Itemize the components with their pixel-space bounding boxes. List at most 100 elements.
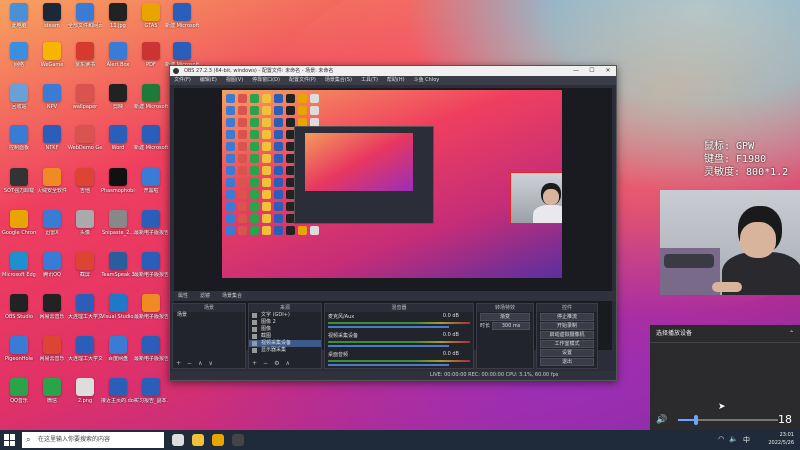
file-explorer-icon[interactable]: [192, 434, 204, 446]
obs-window[interactable]: OBS 27.2.3 (64-bit, windows) - 配置文件: 未命名…: [169, 65, 617, 381]
volume-slider-row[interactable]: 🔊 18: [656, 413, 796, 427]
desktop-icon[interactable]: 剪映: [101, 84, 135, 121]
desktop-icon[interactable]: 此电脑: [2, 3, 36, 40]
mixer-channel[interactable]: 麦克风/Aux 0.0 dB: [325, 312, 473, 331]
desktop-icon[interactable]: 微信: [35, 378, 69, 415]
network-icon[interactable]: ◠: [718, 435, 724, 445]
ime-icon[interactable]: 中: [743, 435, 750, 445]
scenes-panel[interactable]: 场景 场景 + − ∧ ∨: [172, 303, 246, 369]
source-toolbar-button[interactable]: 场景集合: [218, 291, 246, 301]
audio-device-flyout[interactable]: 选择播放设备 ⌃ 🔊 18: [650, 325, 800, 430]
desktop-icon[interactable]: 最新电子版报告.docx: [134, 210, 168, 247]
desktop-icon[interactable]: PDF: [134, 42, 168, 79]
source-item[interactable]: 截图: [249, 333, 321, 340]
desktop-icon[interactable]: Alert Box: [101, 42, 135, 79]
desktop-icon[interactable]: 网易云音乐: [35, 294, 69, 331]
menu-item[interactable]: 帮助(H): [387, 76, 405, 85]
desktop-icon[interactable]: Microsoft Edge: [2, 252, 36, 289]
chevron-up-icon[interactable]: ⌃: [789, 325, 794, 343]
control-button[interactable]: 工作室模式: [540, 340, 594, 348]
desktop-icon[interactable]: NTKF: [35, 125, 69, 162]
control-button[interactable]: 启动虚拟摄像机: [540, 331, 594, 339]
menu-item[interactable]: 视图(V): [226, 76, 243, 85]
down-icon[interactable]: ∨: [208, 360, 212, 368]
remove-icon[interactable]: −: [263, 360, 268, 368]
desktop-icon[interactable]: 最新电子版报告: [134, 294, 168, 331]
control-button[interactable]: 设置: [540, 349, 594, 357]
control-button[interactable]: 停止推流: [540, 313, 594, 321]
start-button[interactable]: [4, 434, 16, 446]
source-toolbar-button[interactable]: 属性: [174, 291, 192, 301]
desktop-icon[interactable]: 接近主页的.docx: [101, 378, 135, 415]
menu-item[interactable]: 场景集合(S): [325, 76, 352, 85]
desktop-icon[interactable]: 最新电子版报告.docx: [134, 252, 168, 289]
desktop-icon[interactable]: GTA5: [134, 3, 168, 40]
taskbar-clock[interactable]: 23:01 2022/5/26: [768, 431, 794, 447]
preview-webcam-source[interactable]: [510, 172, 562, 224]
desktop-icon[interactable]: 迅雷X: [35, 210, 69, 247]
speaker-icon[interactable]: 🔈: [729, 435, 738, 445]
volume-fader[interactable]: [328, 364, 449, 366]
desktop-icon[interactable]: 网易云音乐: [35, 336, 69, 373]
add-icon[interactable]: +: [252, 360, 257, 368]
desktop-icon[interactable]: 新建 Microsoft Word: [165, 3, 199, 40]
transition-type-select[interactable]: 渐变: [480, 313, 530, 321]
source-item[interactable]: 图像 2: [249, 319, 321, 326]
gear-icon[interactable]: ⚙: [274, 360, 279, 368]
source-item[interactable]: 显示器采集: [249, 347, 321, 354]
desktop-icon[interactable]: 火绒安全软件: [35, 168, 69, 205]
desktop-icon[interactable]: 腾讯QQ: [35, 252, 69, 289]
desktop-icon[interactable]: 百度网盘: [101, 336, 135, 373]
volume-fader[interactable]: [328, 345, 449, 347]
desktop-icon[interactable]: 网络: [2, 42, 36, 79]
desktop-icon[interactable]: Google Chrome: [2, 210, 36, 247]
obs-title-bar[interactable]: OBS 27.2.3 (64-bit, windows) - 配置文件: 未命名…: [170, 66, 616, 76]
chrome-icon[interactable]: [212, 434, 224, 446]
taskbar-search[interactable]: ⌕ 在这里输入你要搜索的内容: [22, 432, 164, 448]
task-view-icon[interactable]: [172, 434, 184, 446]
desktop-icon[interactable]: WeGame: [35, 42, 69, 79]
desktop-icon[interactable]: wallpaper: [68, 84, 102, 121]
desktop-icon[interactable]: 实习报告_副本.docx: [134, 378, 168, 415]
obs-icon[interactable]: [232, 434, 244, 446]
desktop-icon[interactable]: 新建 Microsoft Excel: [134, 84, 168, 121]
source-toolbar-button[interactable]: 滤镜: [196, 291, 214, 301]
source-item[interactable]: 图像: [249, 326, 321, 333]
minimize-button[interactable]: —: [568, 66, 584, 76]
desktop-icon[interactable]: Phasmophobia: [101, 168, 135, 205]
speaker-icon[interactable]: 🔊: [656, 415, 667, 425]
up-icon[interactable]: ∧: [198, 360, 202, 368]
desktop-icon[interactable]: Snipaste_2...: [101, 210, 135, 247]
transition-panel[interactable]: 转场特效 渐变 时长 300 ms: [476, 303, 534, 369]
desktop-icon[interactable]: Word: [101, 125, 135, 162]
desktop-icon[interactable]: QQ音乐: [2, 378, 36, 415]
desktop-icon[interactable]: 控制面板: [2, 125, 36, 162]
desktop-icon[interactable]: 2.png: [68, 378, 102, 415]
desktop-icon[interactable]: 最新电子版报告.docx: [134, 336, 168, 373]
desktop-icon[interactable]: 截屏: [68, 252, 102, 289]
desktop-icon[interactable]: Visual Studio Code: [101, 294, 135, 331]
menu-item[interactable]: 斗鱼 Chloy: [414, 76, 440, 85]
maximize-button[interactable]: ☐: [584, 66, 600, 76]
volume-slider[interactable]: [678, 415, 778, 425]
menu-item[interactable]: 工具(T): [361, 76, 378, 85]
desktop-icon[interactable]: PigeonHole: [2, 336, 36, 373]
menu-item[interactable]: 配置文件(P): [289, 76, 316, 85]
desktop-icon[interactable]: TeamSpeak 3: [101, 252, 135, 289]
mixer-panel[interactable]: 混音器 麦克风/Aux 0.0 dB 视频采集设备 0.0 dB 桌面音频 0.0 dB: [324, 303, 474, 369]
menu-item[interactable]: 停靠窗口(D): [252, 76, 280, 85]
controls-panel[interactable]: 控件 停止推流 开始录制 启动虚拟摄像机 工作室模式 设置 退出: [536, 303, 598, 369]
desktop-icon[interactable]: 大连理工大学文档.docx: [68, 294, 102, 331]
control-button[interactable]: 退出: [540, 358, 594, 366]
remove-icon[interactable]: −: [187, 360, 192, 368]
desktop-icon[interactable]: 头像: [68, 210, 102, 247]
menu-item[interactable]: 文件(F): [174, 76, 191, 85]
desktop-icon[interactable]: 新建 Microsoft: [134, 125, 168, 162]
desktop-icon[interactable]: 京东读书: [68, 42, 102, 79]
desktop-icon[interactable]: 大连理工大学文档.docx: [68, 336, 102, 373]
desktop-icon[interactable]: 全部文件和网页: [68, 3, 102, 40]
mixer-channel[interactable]: 桌面音频 0.0 dB: [325, 350, 473, 369]
volume-fader[interactable]: [328, 326, 449, 328]
desktop-icon[interactable]: 回收站: [2, 84, 36, 121]
add-icon[interactable]: +: [176, 360, 181, 368]
